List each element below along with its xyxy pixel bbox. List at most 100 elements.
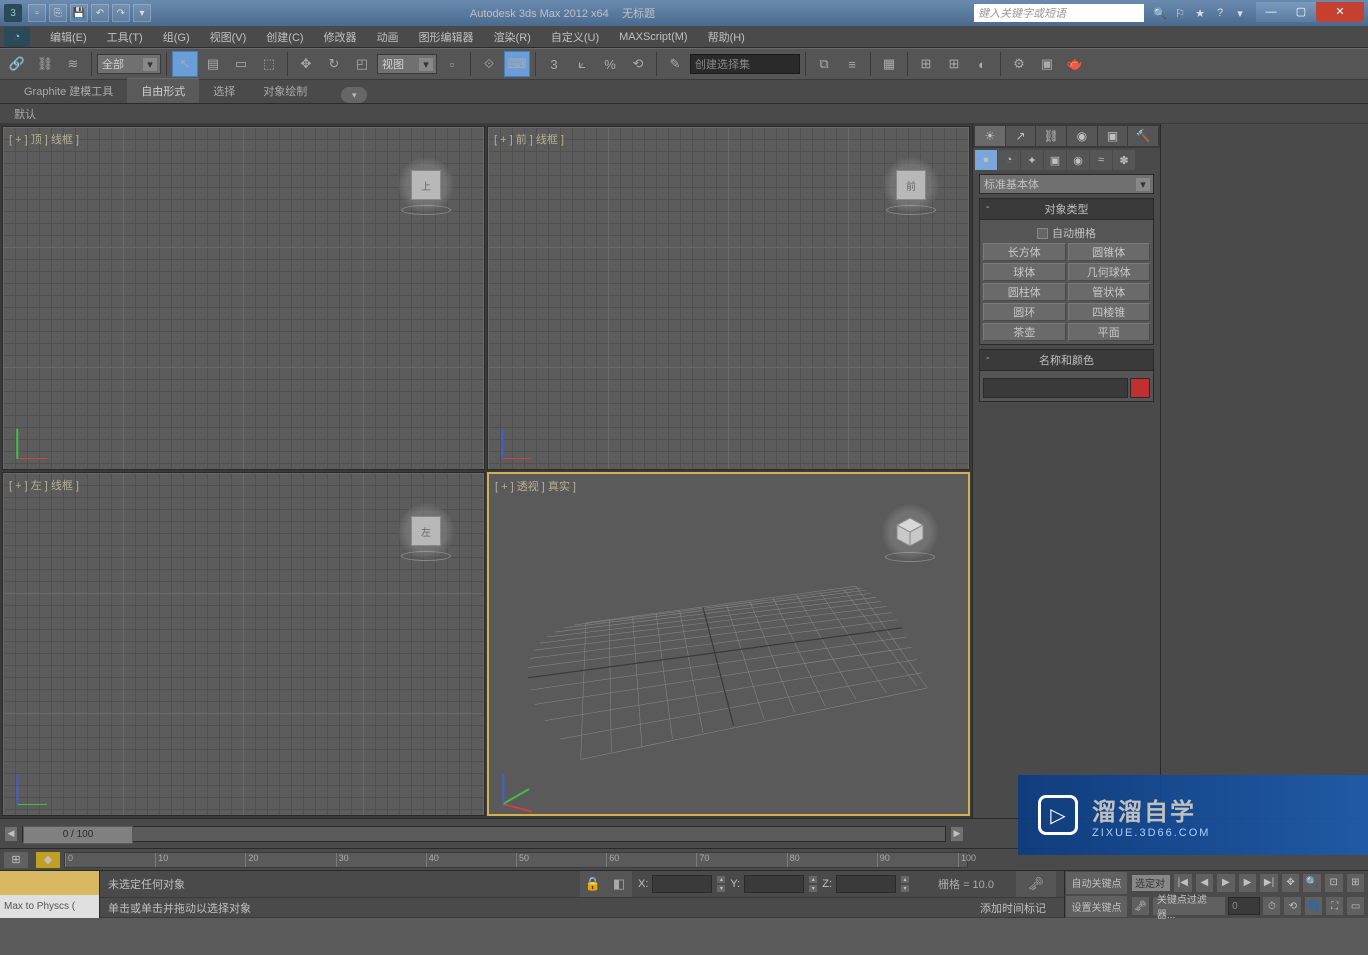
btn-cylinder[interactable]: 圆柱体	[983, 283, 1066, 301]
spinner-down-icon[interactable]: ▾	[716, 884, 726, 893]
qat-open-icon[interactable]: ⎘	[49, 4, 67, 22]
minimize-button[interactable]: —	[1256, 2, 1286, 22]
curve-editor-icon[interactable]: ⊞	[913, 51, 939, 77]
btn-tube[interactable]: 管状体	[1068, 283, 1151, 301]
category-combo[interactable]: 标准基本体	[979, 174, 1154, 194]
layer-manager-icon[interactable]: ▦	[876, 51, 902, 77]
create-tab-icon[interactable]: ☀	[975, 126, 1005, 146]
render-setup-icon[interactable]: ⚙	[1006, 51, 1032, 77]
menu-modifiers[interactable]: 修改器	[314, 27, 367, 47]
maxscript-mini-listener[interactable]: Max to Physcs (	[0, 871, 100, 918]
viewcube-front[interactable]: 前	[883, 157, 939, 213]
help-icon[interactable]: ?	[1212, 5, 1228, 21]
nav-maximize-icon[interactable]: ⛶	[1325, 896, 1344, 916]
close-button[interactable]: ✕	[1316, 2, 1364, 22]
qat-undo-icon[interactable]: ↶	[91, 4, 109, 22]
setkey-button[interactable]: 设置关键点	[1065, 895, 1128, 919]
geometry-icon[interactable]: ●	[975, 150, 997, 170]
scale-icon[interactable]: ◰	[349, 51, 375, 77]
select-by-name-icon[interactable]: ▤	[200, 51, 226, 77]
systems-icon[interactable]: ✽	[1113, 150, 1135, 170]
key-filters-button[interactable]: 关键点过滤器...	[1152, 896, 1226, 916]
btn-teapot[interactable]: 茶壶	[983, 323, 1066, 341]
btn-sphere[interactable]: 球体	[983, 263, 1066, 281]
schematic-view-icon[interactable]: ⊞	[941, 51, 967, 77]
material-editor-icon[interactable]: ◐	[969, 51, 995, 77]
menu-maxscript[interactable]: MAXScript(M)	[609, 27, 697, 47]
key-mode-combo[interactable]: 选定对	[1131, 874, 1171, 892]
selection-filter-combo[interactable]: 全部	[97, 54, 161, 74]
btn-box[interactable]: 长方体	[983, 243, 1066, 261]
ribbon-expand-icon[interactable]: ▾	[341, 87, 367, 103]
coord-z-input[interactable]	[836, 875, 896, 893]
menu-tools[interactable]: 工具(T)	[97, 27, 153, 47]
trackbar-key-icon[interactable]: ◆	[36, 852, 60, 868]
time-slider-track[interactable]: 0 / 100	[22, 826, 946, 842]
ribbon-tab-graphite[interactable]: Graphite 建模工具	[10, 79, 127, 103]
trackbar-toggle-icon[interactable]: ⊞	[4, 852, 28, 868]
viewport-front[interactable]: [ + ] 前 ] 线框 ] 前	[487, 126, 970, 470]
communication-icon[interactable]: ⚐	[1172, 5, 1188, 21]
hierarchy-tab-icon[interactable]: ⛓	[1036, 126, 1066, 146]
nav-zoom-icon[interactable]: 🔍	[1302, 873, 1322, 893]
unlink-icon[interactable]: ⛓	[32, 51, 58, 77]
help-dropdown-icon[interactable]: ▾	[1232, 5, 1248, 21]
prev-frame-icon[interactable]: ◀	[1195, 873, 1215, 893]
btn-plane[interactable]: 平面	[1068, 323, 1151, 341]
ref-coord-combo[interactable]: 视图	[377, 54, 437, 74]
pivot-center-icon[interactable]: ▫	[439, 51, 465, 77]
prev-frame-icon[interactable]: ◀	[4, 826, 18, 842]
next-frame-icon[interactable]: ▶	[950, 826, 964, 842]
viewport-label-persp[interactable]: [ + ] 透视 ] 真实 ]	[495, 478, 576, 494]
qat-more-icon[interactable]: ▾	[133, 4, 151, 22]
nav-region-icon[interactable]: ▭	[1346, 896, 1365, 916]
viewcube-top[interactable]: 上	[398, 157, 454, 213]
time-slider-thumb[interactable]: 0 / 100	[23, 826, 133, 844]
autogrid-checkbox[interactable]: 自动栅格	[983, 223, 1150, 243]
viewport-top[interactable]: [ + ] 顶 ] 线框 ] 上	[2, 126, 485, 470]
isolate-icon[interactable]: ◧	[606, 871, 632, 897]
qat-redo-icon[interactable]: ↷	[112, 4, 130, 22]
spinner-snap-icon[interactable]: ⟲	[625, 51, 651, 77]
autokey-button[interactable]: 自动关键点	[1065, 871, 1128, 895]
window-crossing-icon[interactable]: ⬚	[256, 51, 282, 77]
rollout-object-type[interactable]: -对象类型	[979, 198, 1154, 220]
current-frame-input[interactable]: 0	[1228, 897, 1260, 915]
shapes-icon[interactable]: ◔	[998, 150, 1020, 170]
trackbar-scale[interactable]: 0 10 20 30 40 50 60 70 80 90 100	[64, 852, 968, 868]
mirror-icon[interactable]: ⧉	[811, 51, 837, 77]
coord-y-input[interactable]	[744, 875, 804, 893]
nav-pan-icon[interactable]: ✥	[1281, 873, 1301, 893]
qat-save-icon[interactable]: 💾	[70, 4, 88, 22]
lock-selection-icon[interactable]: 🔒	[580, 871, 606, 897]
utilities-tab-icon[interactable]: 🔨	[1128, 126, 1158, 146]
application-menu-icon[interactable]: ◔	[4, 27, 30, 47]
time-config-icon[interactable]: ⏱	[1262, 896, 1281, 916]
play-icon[interactable]: ▶	[1216, 873, 1236, 893]
menu-edit[interactable]: 编辑(E)	[40, 27, 97, 47]
maximize-button[interactable]: ▢	[1286, 2, 1316, 22]
viewcube-left[interactable]: 左	[398, 503, 454, 559]
goto-start-icon[interactable]: |◀	[1173, 873, 1193, 893]
viewcube-perspective[interactable]	[882, 504, 938, 560]
goto-end-icon[interactable]: ▶|	[1259, 873, 1279, 893]
rendered-frame-icon[interactable]: ▣	[1034, 51, 1060, 77]
move-icon[interactable]: ✥	[293, 51, 319, 77]
rollout-name-color[interactable]: -名称和颜色	[979, 349, 1154, 371]
rotate-icon[interactable]: ↻	[321, 51, 347, 77]
coord-x-input[interactable]	[652, 875, 712, 893]
nav-orbit-icon[interactable]: ⟲	[1283, 896, 1302, 916]
spinner-up-icon[interactable]: ▴	[716, 875, 726, 884]
menu-create[interactable]: 创建(C)	[256, 27, 313, 47]
nav-zoomall-icon[interactable]: ⊞	[1346, 873, 1366, 893]
next-frame-icon[interactable]: ▶	[1238, 873, 1258, 893]
select-region-icon[interactable]: ▭	[228, 51, 254, 77]
ribbon-tab-selection[interactable]: 选择	[199, 79, 249, 103]
align-icon[interactable]: ≡	[839, 51, 865, 77]
btn-torus[interactable]: 圆环	[983, 303, 1066, 321]
binoculars-icon[interactable]: 🔍	[1152, 5, 1168, 21]
percent-snap-icon[interactable]: %	[597, 51, 623, 77]
spacewarps-icon[interactable]: ≈	[1090, 150, 1112, 170]
object-color-swatch[interactable]	[1130, 378, 1150, 398]
edit-named-sel-icon[interactable]: ✎	[662, 51, 688, 77]
